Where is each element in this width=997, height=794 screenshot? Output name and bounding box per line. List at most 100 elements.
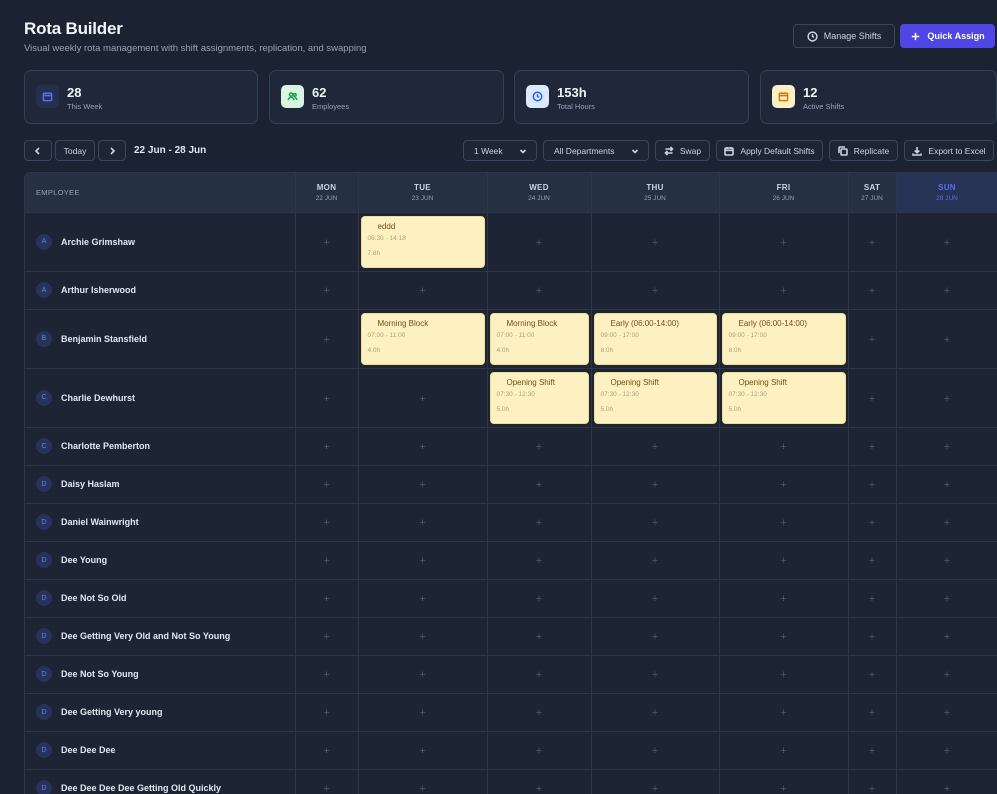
day-cell-thu[interactable]: Early (06:00-14:00) 09:00 - 17:00 8.0h bbox=[591, 309, 720, 369]
day-cell-sun[interactable]: + bbox=[896, 541, 997, 580]
day-cell-wed[interactable]: + bbox=[487, 579, 592, 618]
day-cell-fri[interactable]: + bbox=[719, 271, 849, 310]
day-cell-wed[interactable]: + bbox=[487, 427, 592, 466]
day-cell-wed[interactable]: + bbox=[487, 465, 592, 504]
day-cell-mon[interactable]: + bbox=[295, 655, 359, 694]
day-cell-sat[interactable]: + bbox=[848, 769, 897, 794]
day-cell-tue[interactable]: + bbox=[358, 427, 488, 466]
employee-cell[interactable]: C Charlie Dewhurst bbox=[25, 368, 296, 428]
add-shift-icon[interactable]: + bbox=[419, 479, 425, 491]
add-shift-icon[interactable]: + bbox=[323, 783, 329, 794]
add-shift-icon[interactable]: + bbox=[652, 593, 658, 605]
day-cell-sun[interactable]: + bbox=[896, 427, 997, 466]
employee-cell[interactable]: D Daniel Wainwright bbox=[25, 503, 296, 542]
prev-week-button[interactable] bbox=[24, 140, 52, 161]
day-cell-thu[interactable]: + bbox=[591, 541, 720, 580]
add-shift-icon[interactable]: + bbox=[536, 555, 542, 567]
add-shift-icon[interactable]: + bbox=[652, 237, 658, 249]
add-shift-icon[interactable]: + bbox=[419, 517, 425, 529]
day-cell-tue[interactable]: + bbox=[358, 617, 488, 656]
day-cell-tue[interactable]: + bbox=[358, 271, 488, 310]
add-shift-icon[interactable]: + bbox=[869, 479, 875, 491]
day-cell-thu[interactable]: + bbox=[591, 271, 720, 310]
add-shift-icon[interactable]: + bbox=[652, 285, 658, 297]
add-shift-icon[interactable]: + bbox=[323, 441, 329, 453]
add-shift-icon[interactable]: + bbox=[780, 745, 786, 757]
shift-card[interactable]: Opening Shift 07:30 - 12:30 5.0h bbox=[489, 371, 589, 424]
add-shift-icon[interactable]: + bbox=[323, 479, 329, 491]
add-shift-icon[interactable]: + bbox=[419, 285, 425, 297]
add-shift-icon[interactable]: + bbox=[419, 669, 425, 681]
day-cell-tue[interactable]: + bbox=[358, 368, 488, 428]
add-shift-icon[interactable]: + bbox=[944, 631, 950, 643]
add-shift-icon[interactable]: + bbox=[536, 631, 542, 643]
add-shift-icon[interactable]: + bbox=[652, 783, 658, 794]
add-shift-icon[interactable]: + bbox=[869, 669, 875, 681]
add-shift-icon[interactable]: + bbox=[869, 517, 875, 529]
add-shift-icon[interactable]: + bbox=[869, 555, 875, 567]
add-shift-icon[interactable]: + bbox=[944, 393, 950, 405]
day-cell-thu[interactable]: + bbox=[591, 693, 720, 732]
day-cell-sun[interactable]: + bbox=[896, 617, 997, 656]
add-shift-icon[interactable]: + bbox=[536, 669, 542, 681]
add-shift-icon[interactable]: + bbox=[323, 631, 329, 643]
add-shift-icon[interactable]: + bbox=[652, 479, 658, 491]
day-cell-tue[interactable]: + bbox=[358, 655, 488, 694]
add-shift-icon[interactable]: + bbox=[536, 745, 542, 757]
day-cell-sun[interactable]: + bbox=[896, 368, 997, 428]
add-shift-icon[interactable]: + bbox=[536, 237, 542, 249]
add-shift-icon[interactable]: + bbox=[780, 593, 786, 605]
day-cell-sun[interactable]: + bbox=[896, 271, 997, 310]
add-shift-icon[interactable]: + bbox=[780, 707, 786, 719]
view-select[interactable]: 1 Week bbox=[463, 140, 537, 161]
day-cell-sat[interactable]: + bbox=[848, 212, 897, 272]
add-shift-icon[interactable]: + bbox=[419, 631, 425, 643]
employee-cell[interactable]: D Dee Getting Very Old and Not So Young bbox=[25, 617, 296, 656]
day-cell-thu[interactable]: + bbox=[591, 427, 720, 466]
add-shift-icon[interactable]: + bbox=[944, 669, 950, 681]
add-shift-icon[interactable]: + bbox=[944, 237, 950, 249]
add-shift-icon[interactable]: + bbox=[780, 479, 786, 491]
add-shift-icon[interactable]: + bbox=[652, 517, 658, 529]
add-shift-icon[interactable]: + bbox=[323, 593, 329, 605]
day-cell-mon[interactable]: + bbox=[295, 368, 359, 428]
day-cell-sat[interactable]: + bbox=[848, 427, 897, 466]
add-shift-icon[interactable]: + bbox=[323, 393, 329, 405]
day-cell-sun[interactable]: + bbox=[896, 769, 997, 794]
add-shift-icon[interactable]: + bbox=[323, 517, 329, 529]
day-cell-fri[interactable]: + bbox=[719, 427, 849, 466]
day-cell-sat[interactable]: + bbox=[848, 655, 897, 694]
apply-default-shifts-button[interactable]: Apply Default Shifts bbox=[716, 140, 823, 161]
day-cell-sun[interactable]: + bbox=[896, 655, 997, 694]
add-shift-icon[interactable]: + bbox=[652, 555, 658, 567]
add-shift-icon[interactable]: + bbox=[323, 669, 329, 681]
day-cell-sat[interactable]: + bbox=[848, 271, 897, 310]
add-shift-icon[interactable]: + bbox=[944, 479, 950, 491]
day-cell-thu[interactable]: + bbox=[591, 769, 720, 794]
employee-cell[interactable]: A Archie Grimshaw bbox=[25, 212, 296, 272]
add-shift-icon[interactable]: + bbox=[944, 555, 950, 567]
add-shift-icon[interactable]: + bbox=[652, 441, 658, 453]
add-shift-icon[interactable]: + bbox=[652, 631, 658, 643]
add-shift-icon[interactable]: + bbox=[869, 334, 875, 346]
add-shift-icon[interactable]: + bbox=[944, 745, 950, 757]
day-cell-thu[interactable]: Opening Shift 07:30 - 12:30 5.0h bbox=[591, 368, 720, 428]
day-cell-thu[interactable]: + bbox=[591, 503, 720, 542]
day-cell-mon[interactable]: + bbox=[295, 731, 359, 770]
add-shift-icon[interactable]: + bbox=[869, 707, 875, 719]
day-cell-wed[interactable]: + bbox=[487, 731, 592, 770]
add-shift-icon[interactable]: + bbox=[780, 555, 786, 567]
add-shift-icon[interactable]: + bbox=[536, 593, 542, 605]
day-cell-tue[interactable]: Morning Block 07:00 - 11:00 4.0h bbox=[358, 309, 488, 369]
add-shift-icon[interactable]: + bbox=[419, 707, 425, 719]
add-shift-icon[interactable]: + bbox=[780, 631, 786, 643]
shift-card[interactable]: Morning Block 07:00 - 11:00 4.0h bbox=[489, 312, 589, 365]
department-select[interactable]: All Departments bbox=[543, 140, 649, 161]
add-shift-icon[interactable]: + bbox=[323, 745, 329, 757]
day-cell-tue[interactable]: + bbox=[358, 465, 488, 504]
day-cell-fri[interactable]: + bbox=[719, 693, 849, 732]
add-shift-icon[interactable]: + bbox=[869, 631, 875, 643]
employee-cell[interactable]: C Charlotte Pemberton bbox=[25, 427, 296, 466]
day-cell-mon[interactable]: + bbox=[295, 427, 359, 466]
day-cell-sun[interactable]: + bbox=[896, 465, 997, 504]
